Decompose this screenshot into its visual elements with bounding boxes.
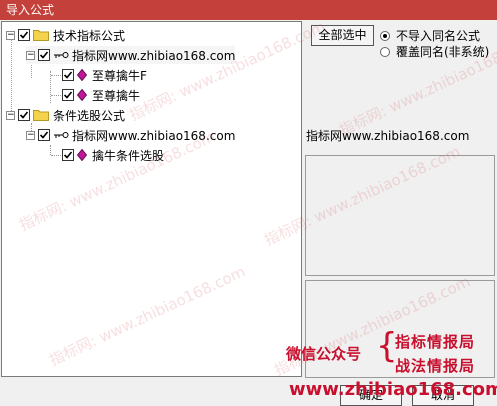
- check-icon: [19, 111, 29, 119]
- title-bar: 导入公式: [0, 0, 497, 20]
- checkbox[interactable]: [62, 149, 74, 161]
- formula-icon: [77, 149, 87, 161]
- check-icon: [63, 91, 73, 99]
- collapse-toggle[interactable]: −: [26, 50, 35, 60]
- promo-url: www.zhibiao168.com: [289, 379, 497, 400]
- checkbox[interactable]: [62, 69, 74, 81]
- formula-icon: [77, 69, 87, 81]
- tree-node-label: 指标网www.zhibiao168.com: [72, 128, 236, 143]
- description-panel: [305, 155, 495, 276]
- key-icon: [54, 132, 69, 138]
- key-icon: [54, 52, 69, 58]
- radio-dot[interactable]: [380, 46, 390, 57]
- check-icon: [63, 71, 73, 79]
- check-icon: [39, 131, 49, 139]
- checkbox[interactable]: [38, 129, 50, 141]
- tree-node-technical[interactable]: − 技术指标公式: [6, 26, 125, 44]
- tree-node-label: 擒牛条件选股: [92, 148, 165, 163]
- tree-node-screening[interactable]: − 条件选股公式: [6, 106, 125, 124]
- promo-wechat-label: 微信公众号: [286, 345, 362, 363]
- tree-node-formula[interactable]: 至尊擒牛: [62, 86, 140, 104]
- promo-line-2: 战法情报局: [395, 357, 476, 375]
- formula-icon: [77, 89, 87, 101]
- folder-icon: [33, 30, 49, 41]
- tree-node-source-2[interactable]: − 指标网www.zhibiao168.com: [26, 126, 235, 144]
- promo-line-1: 指标情报局: [395, 333, 476, 351]
- radio-no-import[interactable]: 不导入同名公式: [380, 27, 480, 44]
- collapse-toggle[interactable]: −: [6, 30, 15, 40]
- check-icon: [39, 51, 49, 59]
- checkbox[interactable]: [38, 49, 50, 61]
- radio-dot[interactable]: [380, 30, 390, 41]
- select-all-button[interactable]: 全部选中: [311, 25, 374, 46]
- radio-label: 不导入同名公式: [396, 29, 481, 43]
- window-title: 导入公式: [6, 3, 55, 17]
- tree-node-label: 技术指标公式: [53, 28, 126, 43]
- folder-icon: [33, 110, 49, 121]
- collapse-toggle[interactable]: −: [6, 110, 15, 120]
- collapse-toggle[interactable]: −: [26, 130, 35, 140]
- tree-node-source-1[interactable]: − 指标网www.zhibiao168.com: [26, 46, 236, 64]
- tree-node-label: 至尊擒牛F: [92, 68, 147, 83]
- checkbox[interactable]: [62, 89, 74, 101]
- checkbox[interactable]: [18, 29, 30, 41]
- check-icon: [63, 151, 73, 159]
- radio-overwrite[interactable]: 覆盖同名(非系统): [380, 43, 489, 60]
- tree-node-label: 至尊擒牛: [92, 88, 141, 103]
- checkbox[interactable]: [18, 109, 30, 121]
- tree-node-formula[interactable]: 至尊擒牛F: [62, 66, 147, 84]
- formula-tree[interactable]: − 技术指标公式 − 指标网www.zhibiao168.com 至尊擒牛F 至…: [1, 21, 302, 377]
- check-icon: [19, 31, 29, 39]
- tree-node-label: 指标网www.zhibiao168.com: [72, 48, 236, 63]
- radio-label: 覆盖同名(非系统): [396, 45, 490, 59]
- tree-node-formula[interactable]: 擒牛条件选股: [62, 146, 164, 164]
- source-info-text: 指标网www.zhibiao168.com: [306, 129, 470, 143]
- tree-node-label: 条件选股公式: [53, 108, 126, 123]
